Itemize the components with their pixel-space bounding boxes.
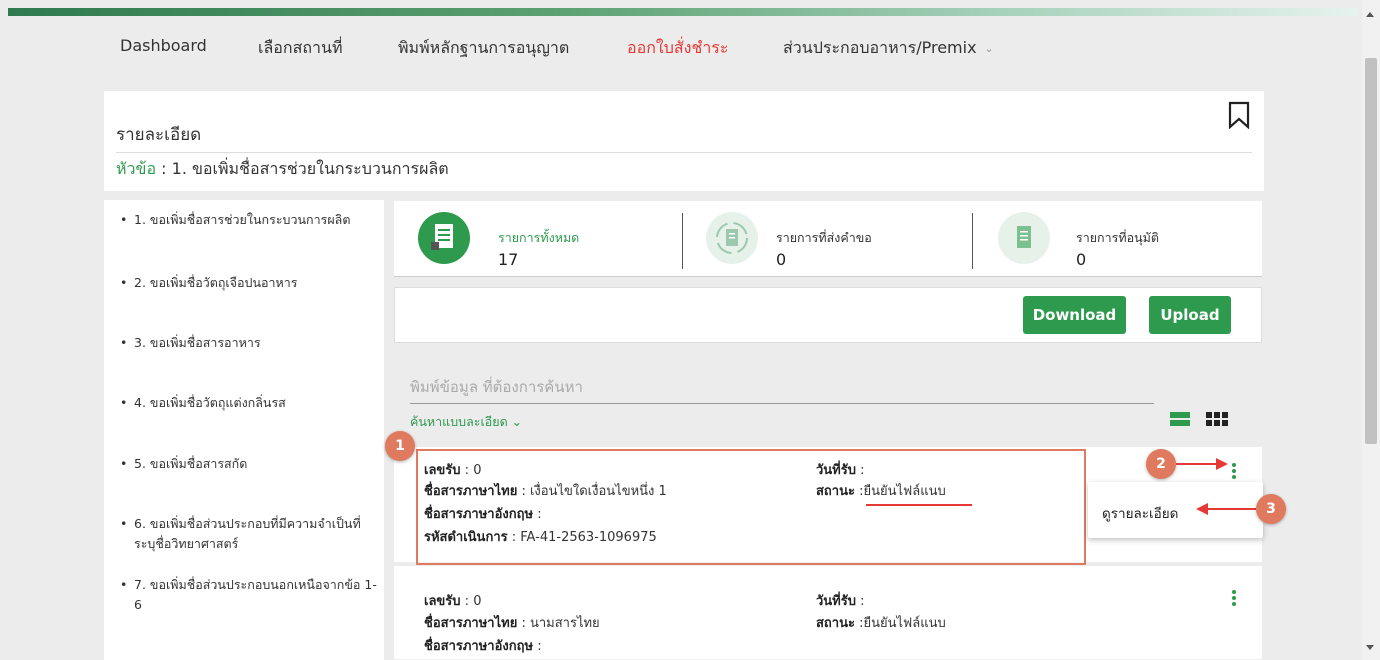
upload-button[interactable]: Upload [1149, 296, 1231, 334]
nav-select-location[interactable]: เลือกสถานที่ [258, 36, 343, 61]
list-item[interactable]: เลขรับ : 0 ชื่อสารภาษาไทย : นามสารไทย ชื… [394, 566, 1262, 660]
chevron-down-icon: ⌄ [511, 414, 523, 429]
advanced-search-toggle[interactable]: ค้นหาแบบละเอียด ⌄ [410, 412, 522, 432]
divider [682, 213, 683, 269]
view-detail-menu-item[interactable]: ดูรายละเอียด [1102, 502, 1178, 524]
stat-approved-label: รายการที่อนุมัติ [1076, 230, 1160, 245]
context-menu: ดูรายละเอียด [1088, 482, 1263, 538]
nav-payment-order[interactable]: ออกใบสั่งชำระ [627, 36, 728, 61]
stat-total-value: 17 [498, 250, 519, 269]
arrow [1206, 508, 1256, 510]
status-underline [866, 504, 972, 506]
search-area: ค้นหาแบบละเอียด ⌄ [394, 350, 1262, 442]
received-date: วันที่รับ : [816, 594, 865, 609]
nav-food-ingredients-label: ส่วนประกอบอาหาร/Premix [783, 38, 977, 57]
stat-submitted-value: 0 [776, 250, 787, 269]
highlight-box [416, 449, 1086, 565]
top-accent-bar [8, 8, 1358, 16]
bookmark-icon[interactable] [1228, 101, 1250, 129]
search-input[interactable] [410, 370, 1154, 404]
annotation-badge-2: 2 [1146, 449, 1176, 479]
detail-header-card: รายละเอียด หัวข้อ : 1. ขอเพิ่มชื่อสารช่ว… [104, 91, 1264, 191]
nav-food-ingredients-dropdown[interactable]: ส่วนประกอบอาหาร/Premix ⌄ [783, 36, 994, 61]
receipt-number: เลขรับ : 0 [424, 594, 482, 609]
list-view-icon[interactable] [1170, 412, 1190, 426]
detail-topic: หัวข้อ : 1. ขอเพิ่มชื่อสารช่วยในกระบวนกา… [116, 157, 449, 182]
stat-approved-value: 0 [1076, 250, 1087, 269]
sidebar-item-scientific-ingredient[interactable]: 6. ขอเพิ่มชื่อส่วนประกอบที่มีความจำเป็นท… [120, 514, 378, 554]
divider [116, 152, 1252, 153]
detail-title: รายละเอียด [116, 125, 202, 145]
chevron-down-icon: ⌄ [984, 42, 994, 55]
action-bar: Download Upload [394, 287, 1262, 343]
thai-name: ชื่อสารภาษาไทย : นามสารไทย [424, 616, 600, 631]
nav-dashboard[interactable]: Dashboard [120, 36, 207, 55]
annotation-badge-1: 1 [385, 431, 415, 461]
status: สถานะ :ยืนยันไฟล์แนบ [816, 616, 946, 631]
annotation-badge-3: 3 [1256, 494, 1286, 524]
arrow [1176, 463, 1218, 465]
vertical-scrollbar[interactable] [1362, 0, 1380, 660]
download-button[interactable]: Download [1023, 296, 1126, 334]
advanced-search-label: ค้นหาแบบละเอียด [410, 414, 508, 429]
nav-print-license[interactable]: พิมพ์หลักฐานการอนุญาต [398, 36, 569, 61]
topic-separator: : [156, 159, 172, 178]
scroll-up-icon[interactable] [1366, 12, 1374, 17]
more-options-icon[interactable] [1232, 590, 1238, 606]
sidebar-item-processing-aid[interactable]: 1. ขอเพิ่มชื่อสารช่วยในกระบวนการผลิต [120, 210, 378, 230]
scrollbar-thumb[interactable] [1365, 58, 1377, 444]
stat-submitted-label: รายการที่ส่งคำขอ [776, 230, 872, 245]
sidebar: 1. ขอเพิ่มชื่อสารช่วยในกระบวนการผลิต 2. … [104, 200, 384, 660]
sidebar-item-flavoring[interactable]: 4. ขอเพิ่มชื่อวัตถุแต่งกลิ่นรส [120, 393, 378, 413]
sidebar-item-nutrient[interactable]: 3. ขอเพิ่มชื่อสารอาหาร [120, 333, 378, 353]
topic-value: 1. ขอเพิ่มชื่อสารช่วยในกระบวนการผลิต [171, 159, 449, 178]
divider [972, 213, 973, 269]
more-options-icon[interactable] [1232, 463, 1238, 479]
english-name: ชื่อสารภาษาอังกฤษ : [424, 639, 542, 654]
document-icon [418, 212, 470, 264]
sidebar-item-extract[interactable]: 5. ขอเพิ่มชื่อสารสกัด [120, 454, 378, 474]
arrow-head [1216, 458, 1228, 470]
refresh-document-icon [706, 212, 758, 264]
sidebar-item-food-additive[interactable]: 2. ขอเพิ่มชื่อวัตถุเจือปนอาหาร [120, 273, 378, 293]
grid-view-icon[interactable] [1206, 412, 1228, 426]
sidebar-item-other-ingredient[interactable]: 7. ขอเพิ่มชื่อส่วนประกอบนอกเหนือจากข้อ 1… [120, 575, 378, 615]
topic-label: หัวข้อ [116, 159, 157, 178]
stats-summary: รายการทั้งหมด 17 รายการที่ส่งคำขอ 0 รายก… [394, 201, 1262, 277]
scroll-down-icon[interactable] [1366, 645, 1374, 650]
approved-document-icon [998, 212, 1050, 264]
stat-total-label: รายการทั้งหมด [498, 230, 580, 245]
